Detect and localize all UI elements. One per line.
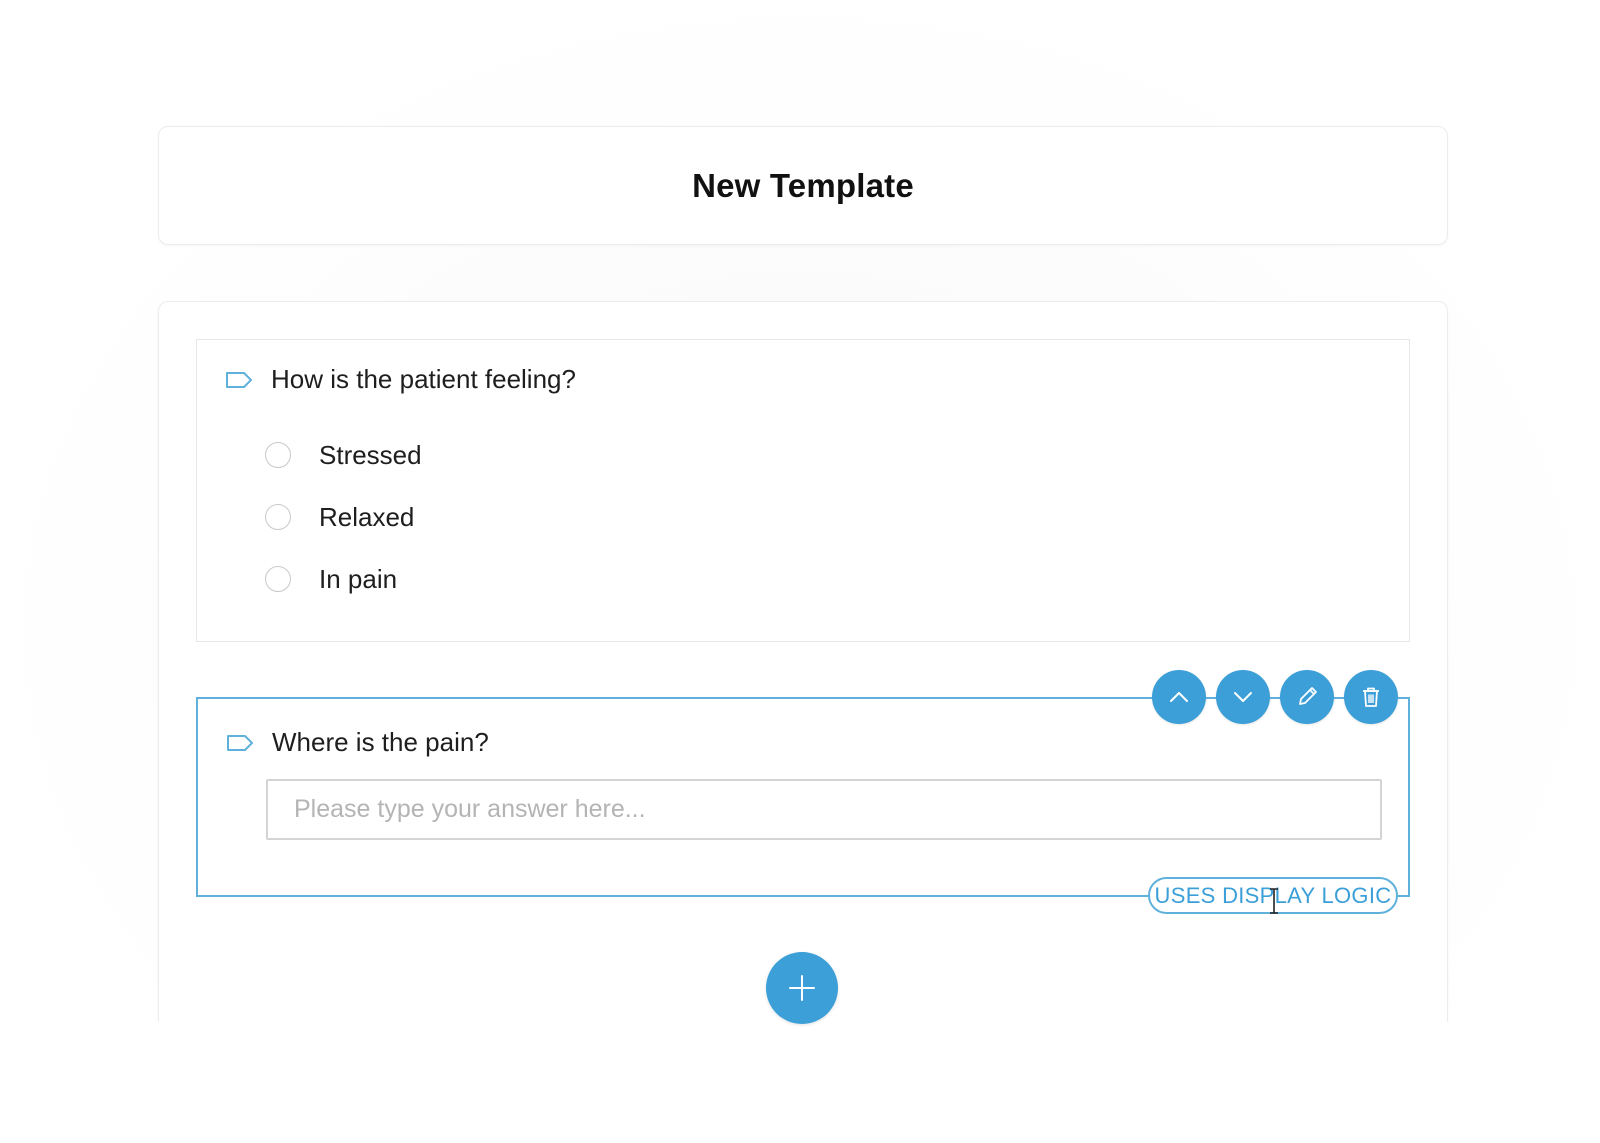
radio-option[interactable]: Stressed [265, 424, 422, 486]
radio-option-label: Relaxed [319, 501, 415, 532]
radio-options: Stressed Relaxed In pain [265, 424, 422, 610]
template-title-card: New Template [158, 126, 1448, 245]
trash-icon [1363, 687, 1379, 707]
pencil-icon [1299, 687, 1317, 705]
add-question-button[interactable] [766, 952, 838, 1024]
move-down-button[interactable] [1216, 670, 1270, 724]
question-header: Where is the pain? [226, 727, 489, 758]
text-cursor-icon [1270, 888, 1278, 914]
radio-button[interactable] [265, 442, 291, 468]
radio-option-label: In pain [319, 563, 398, 594]
radio-option-label: Stressed [319, 439, 422, 470]
edit-button[interactable] [1280, 670, 1334, 724]
question-text: Where is the pain? [272, 727, 489, 757]
question-header: How is the patient feeling? [225, 364, 576, 395]
radio-option[interactable]: In pain [265, 548, 422, 610]
page-title: New Template [692, 166, 914, 204]
question-text: How is the patient feeling? [271, 364, 576, 394]
template-editor: New Template How is the patient feeling?… [0, 0, 1600, 1143]
chevron-down-icon [1234, 692, 1252, 702]
radio-button[interactable] [265, 504, 291, 530]
move-up-button[interactable] [1152, 670, 1206, 724]
question-card-selected[interactable]: Where is the pain? [196, 697, 1410, 897]
delete-button[interactable] [1344, 670, 1398, 724]
question-card[interactable]: How is the patient feeling? Stressed Rel… [196, 339, 1410, 642]
tag-icon [226, 733, 254, 753]
plus-icon [789, 975, 815, 1001]
radio-option[interactable]: Relaxed [265, 486, 422, 548]
radio-button[interactable] [265, 566, 291, 592]
chevron-up-icon [1170, 692, 1188, 702]
page-bottom [0, 1022, 1600, 1143]
question-actions [1152, 670, 1398, 724]
answer-input[interactable] [266, 779, 1382, 840]
tag-icon [225, 370, 253, 390]
